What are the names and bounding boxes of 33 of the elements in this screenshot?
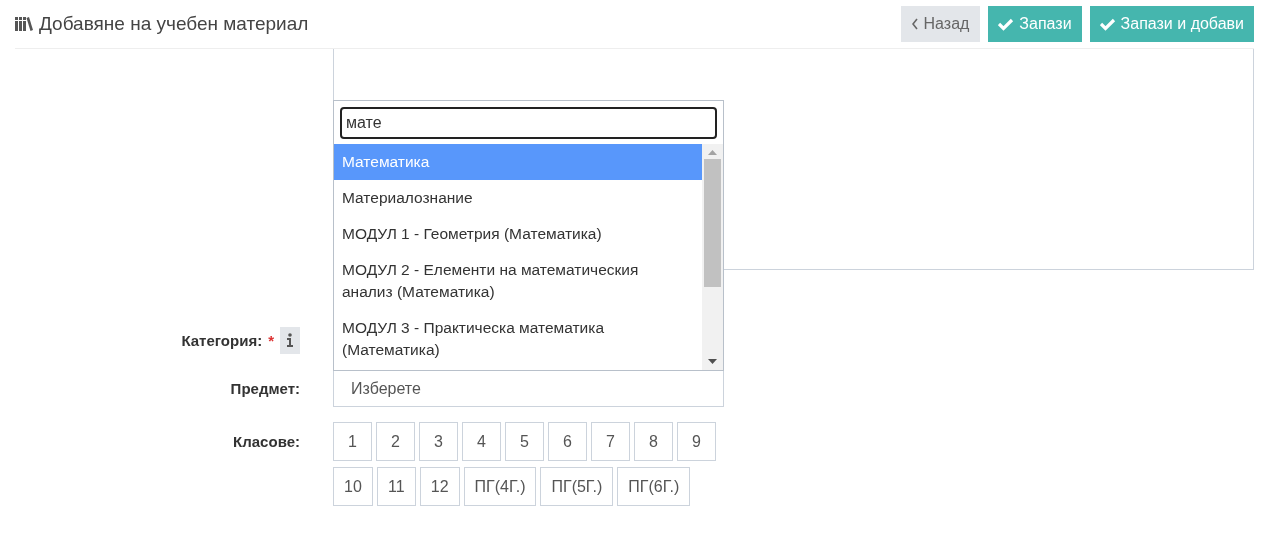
- grade-toggle[interactable]: 8: [634, 422, 673, 461]
- grade-toggle[interactable]: 11: [376, 467, 416, 506]
- grade-toggle[interactable]: 7: [591, 422, 630, 461]
- dropdown-option[interactable]: МОДУЛ 1 - Геометрия (Математика): [334, 216, 702, 252]
- dropdown-option[interactable]: Материалознание: [334, 180, 702, 216]
- search-field[interactable]: мате: [340, 107, 717, 139]
- grade-toggle[interactable]: 9: [677, 422, 716, 461]
- dropdown-option[interactable]: МОДУЛ 3 - Практическа математика (Математика): [334, 310, 702, 368]
- grade-toggle[interactable]: 3: [419, 422, 458, 461]
- field-label: Предмет:: [230, 380, 300, 397]
- field-label: Класове:: [233, 433, 300, 450]
- grade-toggle[interactable]: 1: [333, 422, 372, 461]
- grade-toggle[interactable]: ПГ(4Г.): [463, 467, 537, 506]
- grade-toggle[interactable]: 12: [419, 467, 460, 506]
- grade-toggle[interactable]: 6: [548, 422, 587, 461]
- scroll-down-icon[interactable]: [708, 359, 717, 364]
- grade-toggle[interactable]: 4: [462, 422, 501, 461]
- scrollbar[interactable]: [702, 144, 723, 370]
- grade-toggle[interactable]: 2: [376, 422, 415, 461]
- grade-toggle[interactable]: ПГ(5Г.): [540, 467, 614, 506]
- grade-toggle[interactable]: 5: [505, 422, 544, 461]
- field-label: Категория:: [181, 331, 263, 349]
- info-icon[interactable]: [280, 326, 300, 354]
- back-button[interactable]: Назад: [900, 6, 981, 42]
- checkmark-icon: [998, 17, 1015, 31]
- dropdown-option[interactable]: МОДУЛ 2 - Елементи на математическия анализ (Математика): [334, 252, 702, 310]
- grade-toggle[interactable]: ПГ(6Г.): [617, 467, 691, 506]
- page-title: Добавяне на учебен материал: [39, 13, 309, 35]
- checkmark-icon: [1099, 17, 1116, 31]
- books-icon: [15, 16, 33, 32]
- required-mark: *: [268, 331, 274, 349]
- grade-toggle[interactable]: 10: [333, 467, 373, 506]
- chevron-left-icon: [911, 18, 919, 30]
